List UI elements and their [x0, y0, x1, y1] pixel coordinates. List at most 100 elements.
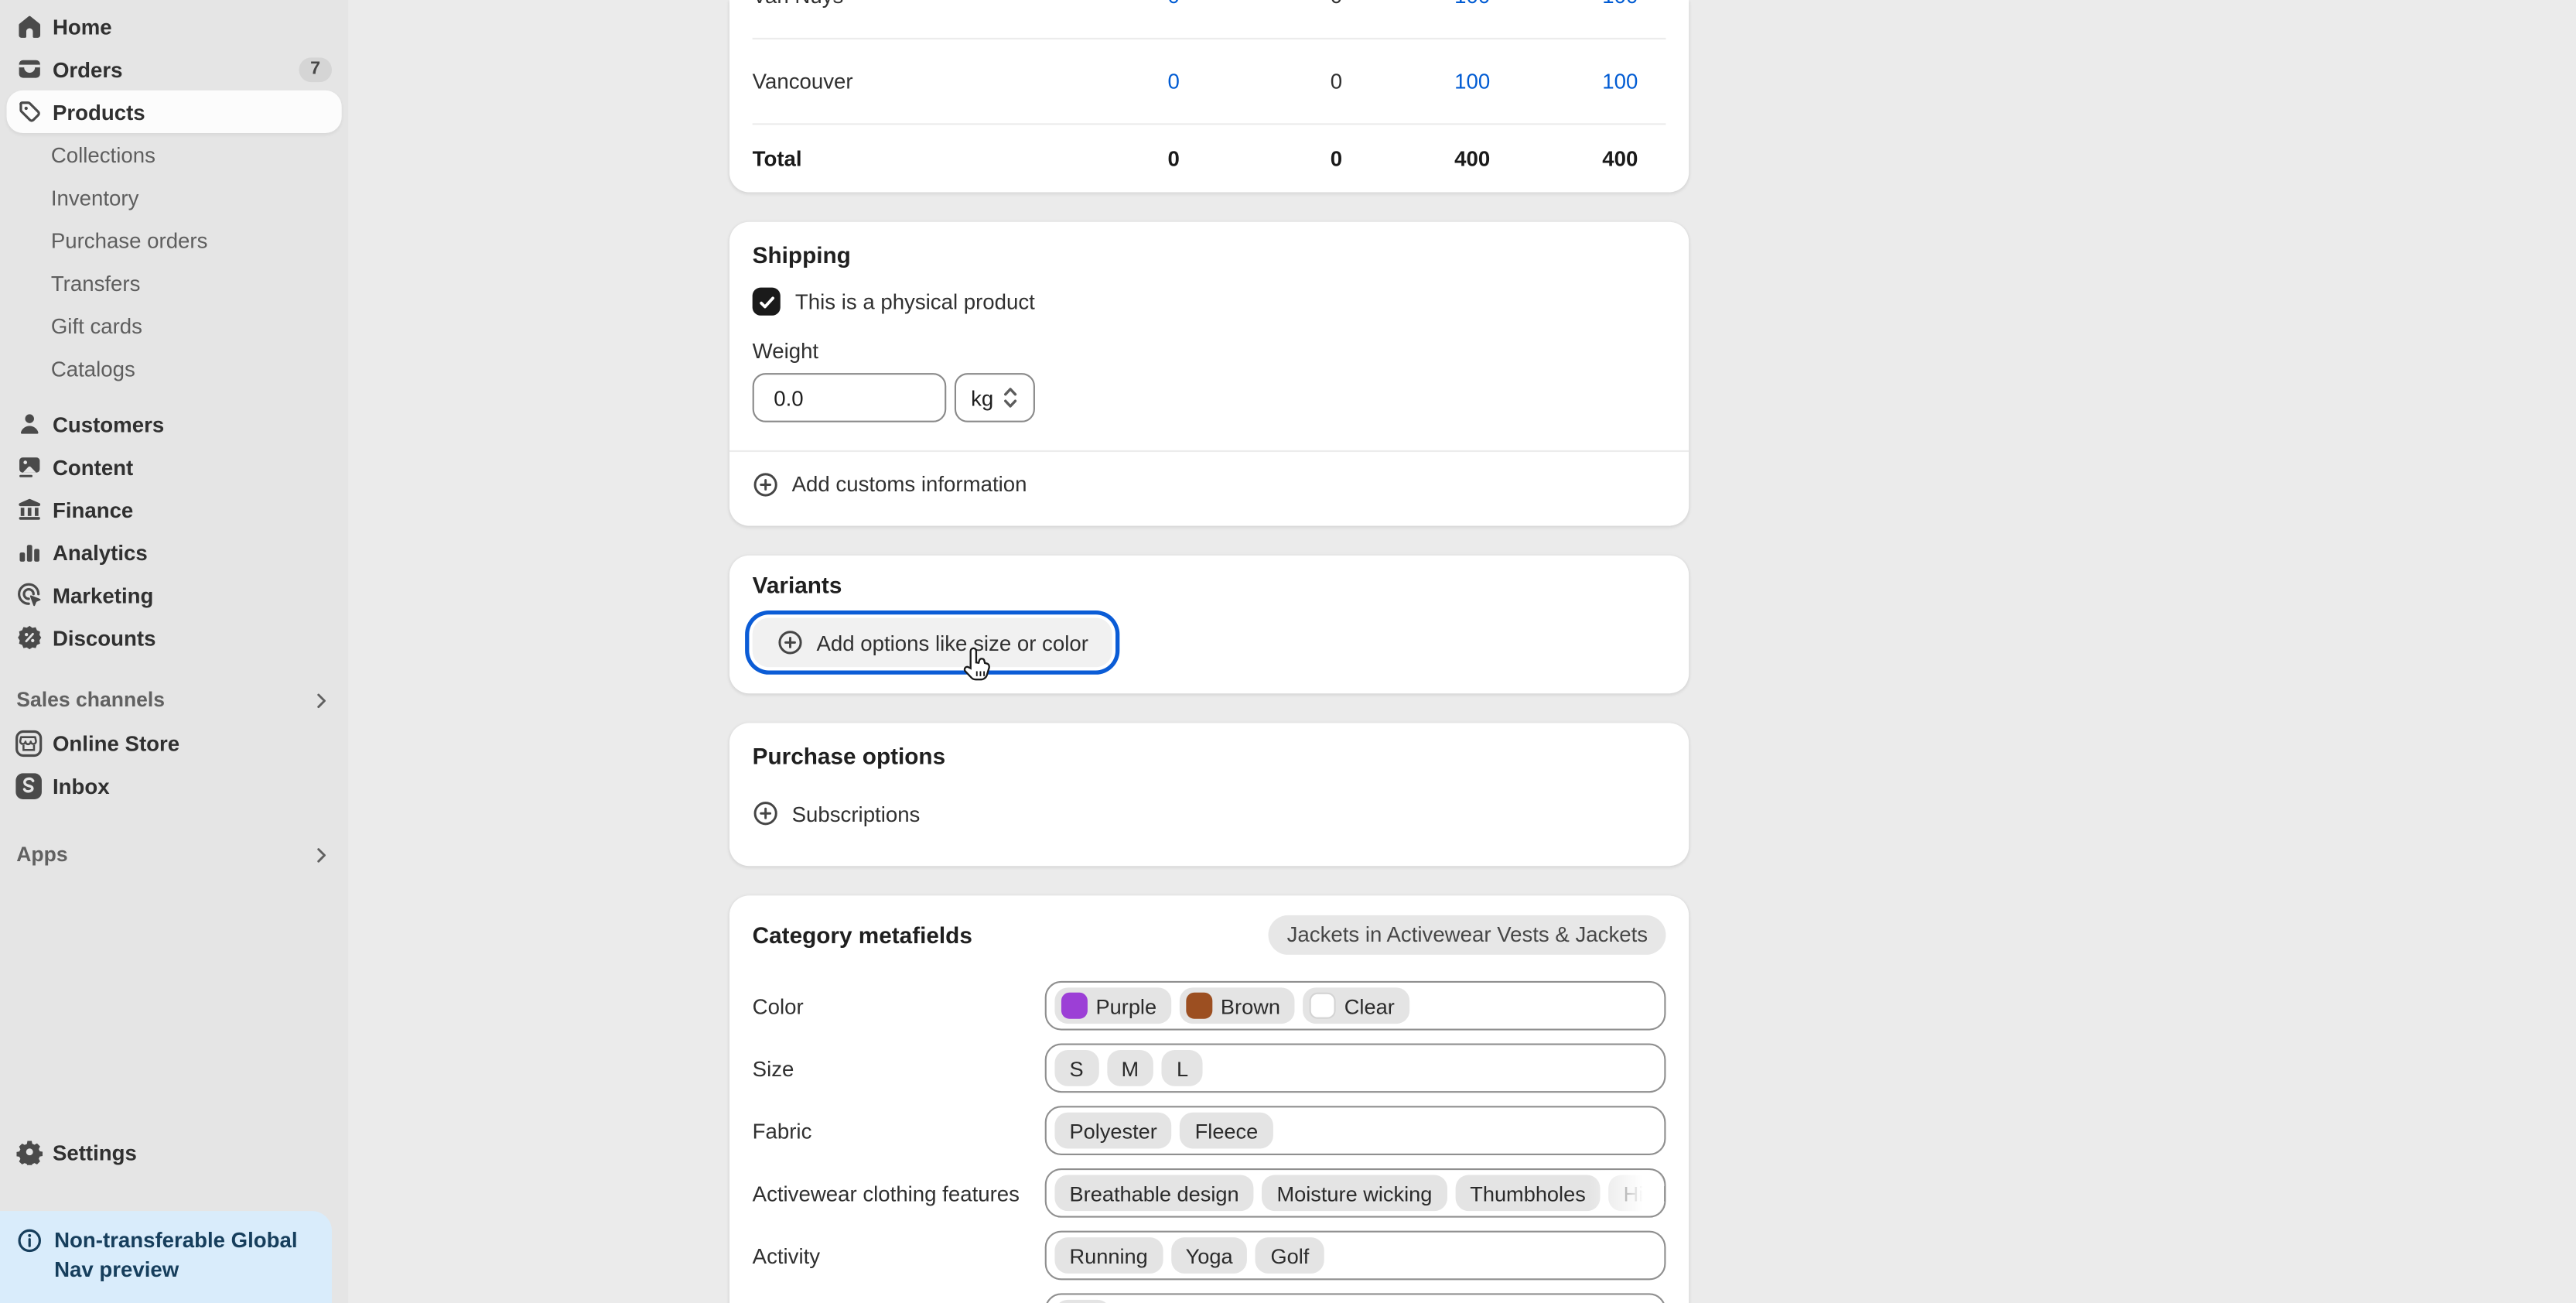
- category-metafields-header: Category metafields Jackets in Activewea…: [753, 915, 1666, 955]
- tag-label: Purple: [1096, 993, 1157, 1018]
- tag-hidden-po[interactable]: Hidden po: [1609, 1175, 1666, 1211]
- sidebar-item-label: Products: [53, 99, 145, 124]
- sidebar-item-gift-cards[interactable]: Gift cards: [6, 304, 341, 347]
- tag-golf[interactable]: Golf: [1256, 1237, 1324, 1274]
- content-icon: [16, 453, 43, 480]
- inventory-count-link[interactable]: 100: [1490, 69, 1638, 94]
- shipping-title: Shipping: [753, 241, 1666, 268]
- weight-label: Weight: [753, 338, 1666, 363]
- weight-row: kg: [753, 373, 1666, 422]
- tag-purple[interactable]: Purple: [1054, 987, 1171, 1024]
- add-options-button-wrap: Add options like size or color: [753, 618, 1113, 668]
- subscriptions-button[interactable]: Subscriptions: [753, 792, 1666, 835]
- tag-label: Brown: [1221, 993, 1280, 1018]
- tag-moisture-wicking[interactable]: Moisture wicking: [1262, 1175, 1447, 1211]
- sidebar-item-analytics[interactable]: Analytics: [6, 531, 341, 573]
- sidebar-item-finance[interactable]: Finance: [6, 488, 341, 531]
- purchase-options-title: Purchase options: [753, 743, 1666, 769]
- sidebar-header-sales-channels[interactable]: Sales channels: [6, 679, 341, 721]
- variants-card: Variants Add options like size or color: [729, 556, 1689, 693]
- weight-unit-value: kg: [971, 385, 993, 410]
- inventory-table-card: Van Nuys00100100Vancouver00100100 Total …: [729, 0, 1689, 192]
- sidebar-item-content[interactable]: Content: [6, 446, 341, 488]
- sidebar-item-products[interactable]: Products: [6, 91, 341, 133]
- inventory-count-link[interactable]: 100: [1342, 69, 1490, 94]
- sidebar: Home Orders7 Products CollectionsInventory P…: [0, 0, 348, 1303]
- sidebar-item-label: Inbox: [53, 773, 110, 798]
- metafield-value-box[interactable]: PolyesterFleece: [1045, 1106, 1666, 1155]
- inventory-count-link[interactable]: 0: [1081, 69, 1179, 94]
- tag-fleece[interactable]: Fleece: [1180, 1113, 1273, 1149]
- tag-label: Hidden po: [1624, 1181, 1666, 1206]
- inventory-count-link[interactable]: 0: [1081, 0, 1179, 9]
- tag-running[interactable]: Running: [1054, 1237, 1162, 1274]
- tag-l[interactable]: L: [1162, 1050, 1203, 1086]
- tag-s[interactable]: S: [1054, 1050, 1098, 1086]
- orders-icon: [16, 56, 43, 82]
- sidebar-header-label: Sales channels: [16, 689, 165, 712]
- sidebar-item-label: Home: [53, 14, 112, 39]
- metafield-value-box[interactable]: [1045, 1293, 1666, 1303]
- inventory-rows: Van Nuys00100100Vancouver00100100: [753, 0, 1666, 125]
- add-customs-button[interactable]: Add customs information: [753, 452, 1666, 516]
- weight-input[interactable]: [753, 373, 947, 422]
- info-icon: [16, 1227, 43, 1253]
- sidebar-item-transfers[interactable]: Transfers: [6, 262, 341, 304]
- discounts-icon: [16, 624, 43, 651]
- tag-label: Running: [1070, 1243, 1148, 1268]
- table-row-van-nuys: Van Nuys00100100: [753, 0, 1666, 32]
- inventory-count-link[interactable]: 100: [1342, 0, 1490, 9]
- tag-label: Clear: [1344, 993, 1395, 1018]
- sidebar-header-apps[interactable]: Apps: [6, 833, 341, 876]
- sidebar-item-label: Purchase orders: [51, 227, 208, 252]
- tag-label: L: [1177, 1055, 1188, 1080]
- tag-thumbholes[interactable]: Thumbholes: [1455, 1175, 1601, 1211]
- total-value: 400: [1342, 145, 1490, 170]
- inventory-count-link[interactable]: 100: [1490, 0, 1638, 9]
- sidebar-item-settings[interactable]: Settings: [6, 1130, 341, 1173]
- banner-text: Non-transferable Global Nav preview: [54, 1226, 316, 1283]
- metafield-label: Activewear clothing features: [753, 1181, 1045, 1206]
- sidebar-item-inbox[interactable]: Inbox: [6, 764, 341, 807]
- sidebar-item-label: Online Store: [53, 730, 179, 755]
- home-icon: [16, 13, 43, 39]
- sidebar-item-collections[interactable]: Collections: [6, 133, 341, 176]
- tag-m[interactable]: M: [1106, 1050, 1153, 1086]
- tag-breathable-design[interactable]: Breathable design: [1054, 1175, 1253, 1211]
- color-swatch: [1186, 993, 1212, 1019]
- metafield-row-partial: [753, 1293, 1666, 1303]
- plus-circle-icon: [777, 629, 804, 655]
- sidebar-group: Home Orders7 Products CollectionsInventory P…: [6, 5, 341, 389]
- sidebar-item-inventory[interactable]: Inventory: [6, 176, 341, 218]
- add-options-button[interactable]: Add options like size or color: [753, 618, 1113, 668]
- location-name: Vancouver: [753, 69, 1081, 94]
- sidebar-item-purchase-orders[interactable]: Purchase orders: [6, 218, 341, 261]
- sidebar-item-discounts[interactable]: Discounts: [6, 616, 341, 658]
- chevron-right-icon: [310, 844, 332, 866]
- metafield-value-box[interactable]: Purple Brown Clear: [1045, 981, 1666, 1031]
- metafield-value-box[interactable]: Running YogaGolf: [1045, 1231, 1666, 1281]
- tag-clear[interactable]: Clear: [1303, 987, 1409, 1024]
- metafield-value-box[interactable]: Breathable designMoisture wickingThumbho…: [1045, 1168, 1666, 1218]
- tag-brown[interactable]: Brown: [1180, 987, 1295, 1024]
- table-row-partial: Van Nuys00100100: [753, 0, 1666, 39]
- sidebar-item-online-store[interactable]: Online Store: [6, 721, 341, 764]
- sidebar-item-catalogs[interactable]: Catalogs: [6, 347, 341, 389]
- tag-yoga[interactable]: Yoga: [1171, 1237, 1248, 1274]
- metafield-label: Size: [753, 1055, 1045, 1080]
- analytics-icon: [16, 539, 43, 566]
- sidebar-item-customers[interactable]: Customers: [6, 402, 341, 445]
- tag-polyester[interactable]: Polyester: [1054, 1113, 1172, 1149]
- sidebar-item-orders[interactable]: Orders7: [6, 48, 341, 91]
- table-row-vancouver: Vancouver00100100: [753, 39, 1666, 125]
- weight-unit-select[interactable]: kg: [955, 373, 1034, 422]
- sidebar-item-home[interactable]: Home: [6, 5, 341, 47]
- sidebar-item-marketing[interactable]: Marketing: [6, 573, 341, 616]
- metafield-value-box[interactable]: SML: [1045, 1044, 1666, 1093]
- marketing-icon: [16, 582, 43, 608]
- physical-product-checkbox-row[interactable]: This is a physical product: [753, 288, 1666, 316]
- location-name: Van Nuys: [753, 0, 1081, 9]
- add-options-label: Add options like size or color: [816, 630, 1088, 655]
- sidebar-item-label: Orders: [53, 56, 123, 81]
- checkbox-checked-icon[interactable]: [753, 288, 781, 316]
